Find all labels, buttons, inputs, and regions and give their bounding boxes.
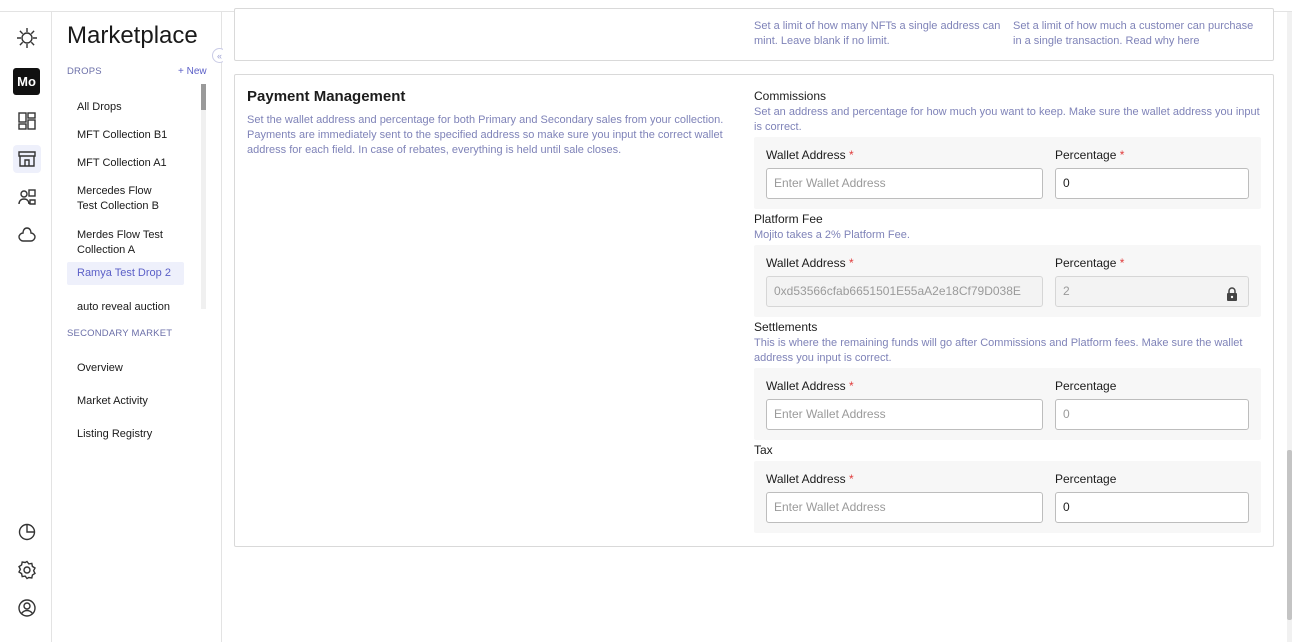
tax-wallet-label: Wallet Address *: [766, 472, 854, 486]
dashboard-icon[interactable]: [13, 107, 41, 135]
page-scrollbar-thumb[interactable]: [1287, 450, 1292, 620]
marketplace-icon[interactable]: [13, 145, 41, 173]
settlements-hint: This is where the remaining funds will g…: [754, 337, 1243, 364]
settings-icon[interactable]: [13, 556, 41, 584]
tax-percentage-label: Percentage: [1055, 472, 1117, 486]
lock-icon: [1226, 284, 1238, 306]
settlements-wallet-label: Wallet Address *: [766, 379, 854, 393]
logo-icon[interactable]: [13, 24, 41, 52]
drops-section-label: DROPS: [67, 66, 102, 77]
sidebar-item-drop[interactable]: auto reveal auction: [67, 296, 184, 319]
commissions-fieldset: Wallet Address * Enter Wallet Address Pe…: [754, 137, 1261, 209]
platform-fee-percentage-input: 2: [1055, 276, 1249, 307]
platform-fee-wallet-input: 0xd53566cfab6651501E55aA2e18Cf79D038E: [766, 276, 1043, 307]
sidebar-item-market-activity[interactable]: Market Activity: [67, 390, 184, 413]
sidebar-item-all-drops[interactable]: All Drops: [67, 96, 184, 119]
sidebar-item-drop[interactable]: Merdes Flow Test Collection A: [67, 224, 184, 262]
new-drop-button[interactable]: + New: [178, 66, 207, 77]
commissions-percentage-label: Percentage *: [1055, 148, 1125, 162]
settlements-percentage-input[interactable]: 0: [1055, 399, 1249, 430]
icon-rail: Mo: [0, 12, 52, 642]
sidebar-title: Marketplace: [67, 22, 198, 49]
platform-fee-wallet-label: Wallet Address *: [766, 256, 854, 270]
users-icon[interactable]: [13, 183, 41, 211]
platform-fee-hint: Mojito takes a 2% Platform Fee.: [754, 229, 910, 241]
platform-fee-percentage-value: 2: [1063, 284, 1070, 298]
main-content: Set a limit of how many NFTs a single ad…: [223, 8, 1287, 642]
mint-limits-card: Set a limit of how many NFTs a single ad…: [234, 8, 1274, 61]
tax-percentage-input[interactable]: 0: [1055, 492, 1249, 523]
secondary-market-section-label: SECONDARY MARKET: [67, 328, 173, 339]
org-avatar[interactable]: Mo: [13, 68, 40, 95]
analytics-icon[interactable]: [13, 518, 41, 546]
commissions-wallet-label: Wallet Address *: [766, 148, 854, 162]
account-icon[interactable]: [13, 594, 41, 622]
sidebar-item-listing-registry[interactable]: Listing Registry: [67, 423, 184, 446]
sidebar: Marketplace DROPS + New All Drops MFT Co…: [52, 12, 222, 642]
platform-fee-label: Platform Fee: [754, 212, 823, 226]
payment-management-card: Payment Management Set the wallet addres…: [234, 74, 1274, 547]
drops-scrollbar-track[interactable]: [201, 84, 206, 309]
network-icon[interactable]: [13, 221, 41, 249]
commissions-label: Commissions: [754, 89, 827, 103]
sidebar-item-drop[interactable]: Mercedes Flow Test Collection B: [67, 180, 184, 218]
sidebar-item-overview[interactable]: Overview: [67, 357, 184, 380]
drops-scrollbar-thumb[interactable]: [201, 84, 206, 110]
commissions-hint: Set an address and percentage for how mu…: [754, 106, 1260, 133]
sidebar-item-drop[interactable]: MFT Collection A1: [67, 152, 184, 175]
tax-fieldset: Wallet Address * Enter Wallet Address Pe…: [754, 461, 1261, 533]
platform-fee-percentage-label: Percentage *: [1055, 256, 1125, 270]
platform-fee-fieldset: Wallet Address * 0xd53566cfab6651501E55a…: [754, 245, 1261, 317]
settlements-wallet-input[interactable]: Enter Wallet Address: [766, 399, 1043, 430]
tax-wallet-input[interactable]: Enter Wallet Address: [766, 492, 1043, 523]
chevrons-left-icon: «: [216, 50, 222, 61]
mint-limit-hint: Set a limit of how many NFTs a single ad…: [754, 20, 1001, 47]
settlements-fieldset: Wallet Address * Enter Wallet Address Pe…: [754, 368, 1261, 440]
tax-label: Tax: [754, 443, 773, 457]
payment-management-description: Set the wallet address and percentage fo…: [247, 114, 724, 156]
commissions-percentage-input[interactable]: 0: [1055, 168, 1249, 199]
sidebar-item-drop[interactable]: MFT Collection B1: [67, 124, 184, 147]
settlements-percentage-label: Percentage: [1055, 379, 1117, 393]
commissions-wallet-input[interactable]: Enter Wallet Address: [766, 168, 1043, 199]
purchase-limit-hint: Set a limit of how much a customer can p…: [1013, 20, 1254, 47]
settlements-label: Settlements: [754, 320, 818, 334]
sidebar-item-drop-active[interactable]: Ramya Test Drop 2: [67, 262, 184, 285]
payment-management-title: Payment Management: [247, 88, 406, 105]
